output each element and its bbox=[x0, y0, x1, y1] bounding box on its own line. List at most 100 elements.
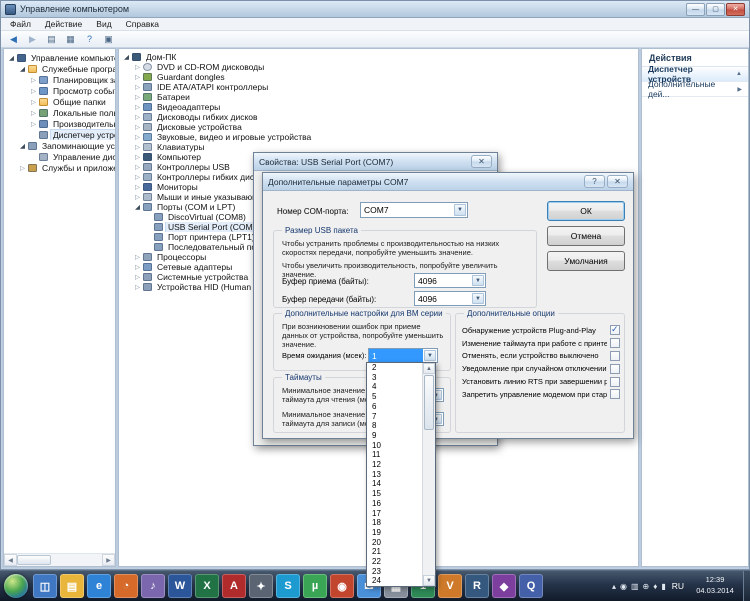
properties-icon[interactable]: ▣ bbox=[100, 32, 117, 46]
tree-item[interactable]: Общие папки bbox=[4, 96, 115, 107]
close-icon[interactable]: ✕ bbox=[607, 175, 628, 188]
device-tree-item[interactable]: Guardant dongles bbox=[119, 72, 638, 82]
chevron-down-icon[interactable]: ▼ bbox=[472, 293, 484, 304]
dropdown-option[interactable]: 9 bbox=[368, 431, 421, 441]
scroll-left-icon[interactable]: ◀ bbox=[4, 554, 17, 566]
twisty-icon[interactable] bbox=[18, 142, 27, 150]
option-row[interactable]: Установить линию RTS при завершении рабо… bbox=[462, 375, 620, 388]
twisty-icon[interactable] bbox=[133, 193, 142, 201]
tree-item[interactable]: Просмотр событий bbox=[4, 85, 115, 96]
tray-icon[interactable]: ▮ bbox=[661, 582, 665, 591]
dropdown-option[interactable]: 16 bbox=[368, 499, 421, 509]
clock[interactable]: 12:39 04.03.2014 bbox=[690, 574, 740, 596]
twisty-icon[interactable] bbox=[133, 103, 142, 111]
taskbar-app-icon[interactable]: A bbox=[222, 574, 246, 598]
show-desktop-button[interactable] bbox=[743, 571, 750, 601]
scrollbar-track[interactable] bbox=[51, 554, 102, 566]
latency-dropdown[interactable]: 23456789101112131415161718192021222324 ▲… bbox=[366, 362, 436, 587]
scroll-right-icon[interactable]: ▶ bbox=[102, 554, 115, 566]
maximize-button[interactable]: ▢ bbox=[706, 3, 725, 16]
twisty-icon[interactable] bbox=[7, 54, 16, 62]
taskbar-app-icon[interactable]: µ bbox=[303, 574, 327, 598]
taskbar-app-icon[interactable]: V bbox=[438, 574, 462, 598]
tree-item[interactable]: Служебные программы bbox=[4, 63, 115, 74]
checkbox[interactable] bbox=[610, 338, 620, 348]
taskbar-app-icon[interactable]: Q bbox=[519, 574, 543, 598]
advanced-dialog-titlebar[interactable]: Дополнительные параметры COM7 ? ✕ bbox=[263, 173, 633, 191]
taskbar-app-icon[interactable]: R bbox=[465, 574, 489, 598]
taskbar-app-icon[interactable]: e bbox=[87, 574, 111, 598]
checkbox[interactable] bbox=[610, 351, 620, 361]
dropdown-option[interactable]: 17 bbox=[368, 509, 421, 519]
checkbox[interactable] bbox=[610, 364, 620, 374]
device-tree-item[interactable]: Дисковые устройства bbox=[119, 122, 638, 132]
actions-more[interactable]: Дополнительные дей... ▶ bbox=[642, 82, 748, 97]
option-row[interactable]: Запретить управление модемом при старте bbox=[462, 388, 620, 401]
start-button[interactable] bbox=[4, 574, 28, 598]
taskbar-app-icon[interactable]: ◉ bbox=[330, 574, 354, 598]
close-icon[interactable]: ✕ bbox=[471, 155, 492, 168]
taskbar-app-icon[interactable]: X bbox=[195, 574, 219, 598]
transmit-buffer-combobox[interactable]: 4096 ▼ bbox=[414, 291, 486, 306]
expand-icon[interactable]: ▶ bbox=[737, 86, 742, 93]
scrollbar-thumb[interactable] bbox=[424, 375, 434, 430]
menu-item[interactable]: Действие bbox=[38, 18, 89, 30]
twisty-icon[interactable] bbox=[133, 63, 142, 71]
twisty-icon[interactable] bbox=[133, 163, 142, 171]
checkbox[interactable] bbox=[610, 325, 620, 335]
twisty-icon[interactable] bbox=[133, 273, 142, 281]
menu-item[interactable]: Вид bbox=[89, 18, 118, 30]
taskbar-app-icon[interactable]: ◫ bbox=[33, 574, 57, 598]
help-icon[interactable]: ? bbox=[584, 175, 605, 188]
tree-item[interactable]: Службы и приложения bbox=[4, 162, 115, 173]
window-titlebar[interactable]: Управление компьютером — ▢ ✕ bbox=[1, 1, 749, 18]
dropdown-option[interactable]: 3 bbox=[368, 373, 421, 383]
chevron-down-icon[interactable]: ▼ bbox=[472, 275, 484, 286]
twisty-icon[interactable] bbox=[133, 143, 142, 151]
taskbar-app-icon[interactable]: S bbox=[276, 574, 300, 598]
twisty-icon[interactable] bbox=[29, 109, 38, 117]
twisty-icon[interactable] bbox=[18, 164, 27, 172]
option-row[interactable]: Изменение таймаута при работе с принтеро… bbox=[462, 337, 620, 350]
taskbar-app-icon[interactable]: ◔ bbox=[114, 574, 138, 598]
twisty-icon[interactable] bbox=[133, 283, 142, 291]
twisty-icon[interactable] bbox=[29, 98, 38, 106]
option-row[interactable]: Обнаружение устройств Plug-and-Play bbox=[462, 324, 620, 337]
taskbar-app-icon[interactable]: ▤ bbox=[60, 574, 84, 598]
twisty-icon[interactable] bbox=[133, 263, 142, 271]
tray-icon[interactable]: ♦ bbox=[653, 582, 657, 591]
twisty-icon[interactable] bbox=[133, 183, 142, 191]
twisty-icon[interactable] bbox=[29, 87, 38, 95]
dropdown-option[interactable]: 24 bbox=[368, 576, 421, 586]
twisty-icon[interactable] bbox=[122, 53, 131, 61]
chevron-down-icon[interactable]: ▼ bbox=[424, 350, 436, 361]
device-tree-item[interactable]: Дом-ПК bbox=[119, 52, 638, 62]
twisty-icon[interactable] bbox=[133, 93, 142, 101]
option-row[interactable]: Отменять, если устройство выключено bbox=[462, 350, 620, 363]
device-tree-item[interactable]: Дисководы гибких дисков bbox=[119, 112, 638, 122]
dropdown-option[interactable]: 14 bbox=[368, 479, 421, 489]
tray-icon[interactable]: ⊕ bbox=[643, 582, 650, 591]
defaults-button[interactable]: Умолчания bbox=[547, 251, 625, 271]
dropdown-option[interactable]: 2 bbox=[368, 363, 421, 373]
properties-dialog-titlebar[interactable]: Свойства: USB Serial Port (COM7) ✕ bbox=[254, 153, 497, 171]
chevron-down-icon[interactable]: ▼ bbox=[454, 204, 466, 216]
menu-item[interactable]: Справка bbox=[119, 18, 166, 30]
option-row[interactable]: Уведомление при случайном отключении bbox=[462, 362, 620, 375]
dropdown-option[interactable]: 5 bbox=[368, 392, 421, 402]
scroll-up-icon[interactable]: ▲ bbox=[423, 363, 435, 374]
close-button[interactable]: ✕ bbox=[726, 3, 745, 16]
com-port-combobox[interactable]: COM7 ▼ bbox=[360, 202, 468, 218]
dropdown-option[interactable]: 19 bbox=[368, 528, 421, 538]
receive-buffer-combobox[interactable]: 4096 ▼ bbox=[414, 273, 486, 288]
dropdown-option[interactable]: 15 bbox=[368, 489, 421, 499]
twisty-icon[interactable] bbox=[133, 83, 142, 91]
dropdown-scrollbar[interactable]: ▲ ▼ bbox=[422, 363, 435, 586]
twisty-icon[interactable] bbox=[29, 76, 38, 84]
dropdown-option[interactable]: 4 bbox=[368, 382, 421, 392]
twisty-icon[interactable] bbox=[133, 173, 142, 181]
collapse-icon[interactable]: ▲ bbox=[736, 71, 742, 77]
taskbar-app-icon[interactable]: ✦ bbox=[249, 574, 273, 598]
tray-icon[interactable]: ▴ bbox=[612, 582, 616, 591]
device-tree-item[interactable]: Видеоадаптеры bbox=[119, 102, 638, 112]
